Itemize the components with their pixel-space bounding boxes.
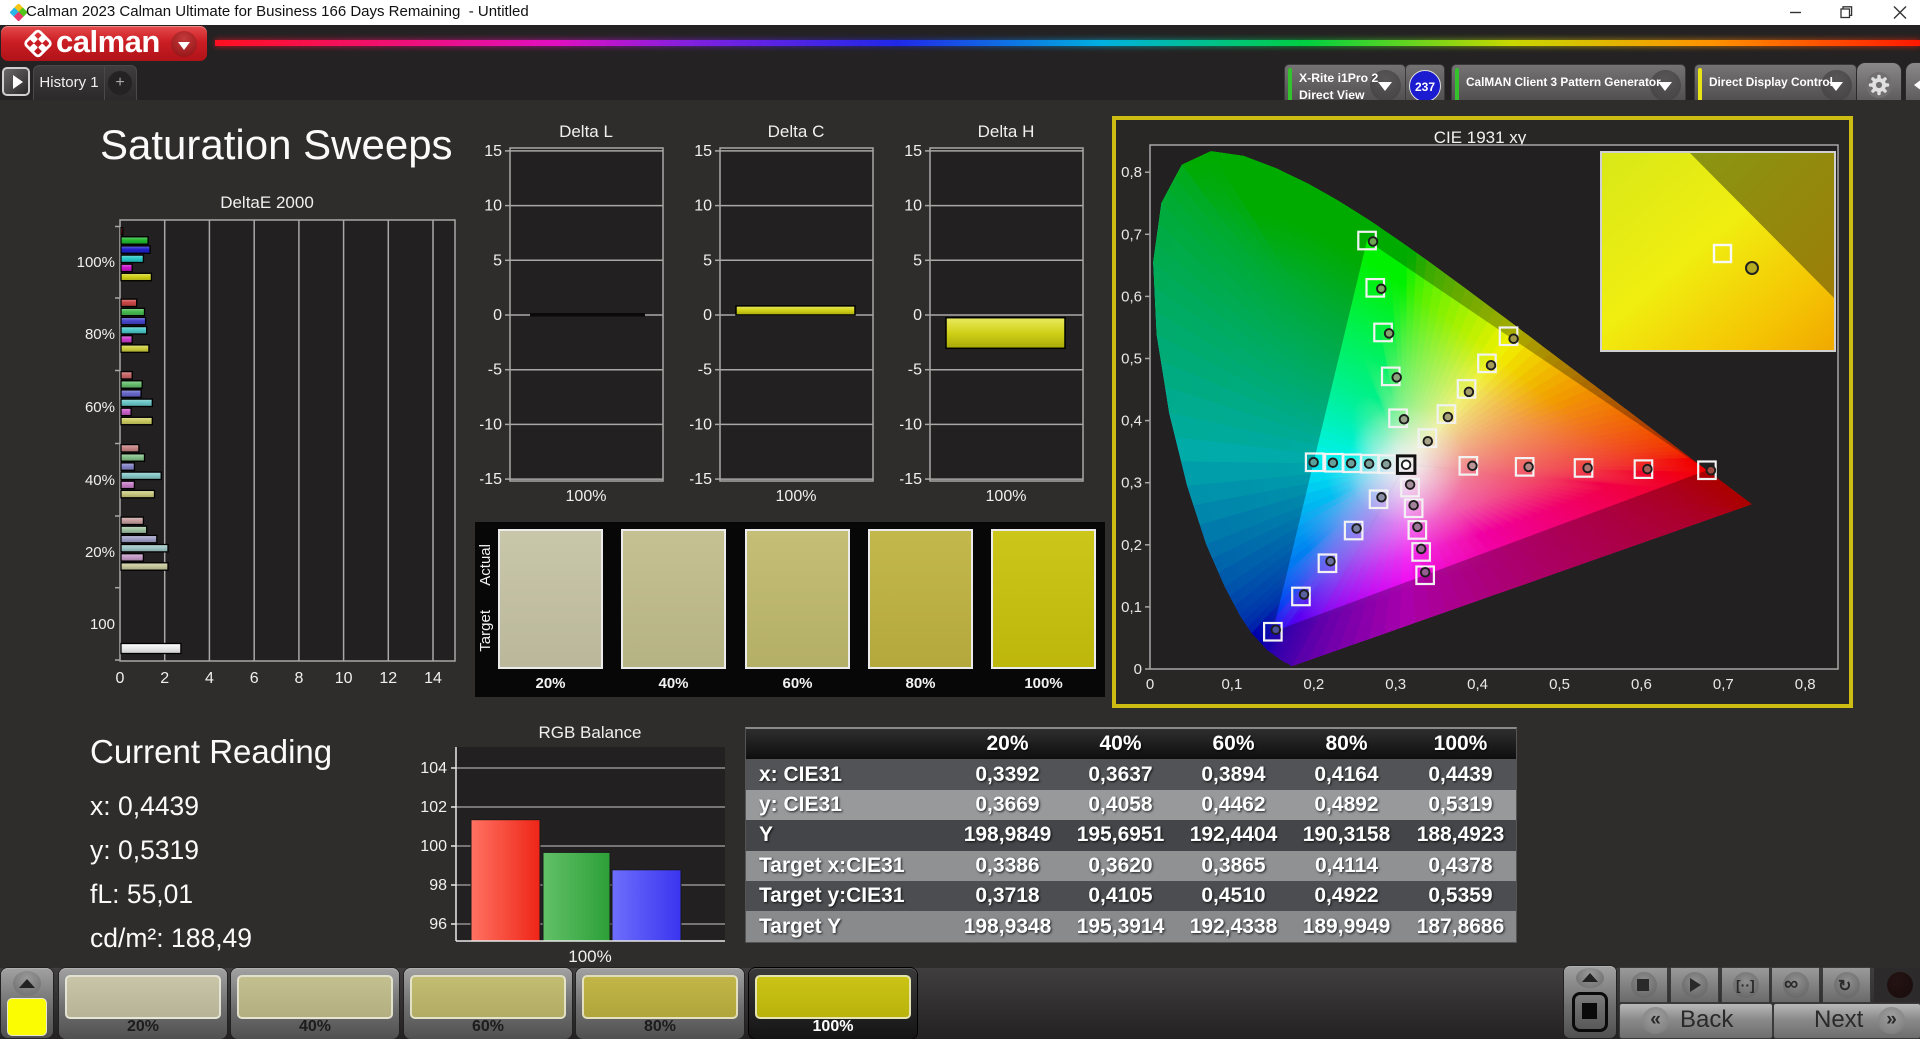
svg-text:0,1: 0,1 <box>1121 599 1142 616</box>
svg-text:40%: 40% <box>85 472 115 489</box>
svg-text:6: 6 <box>250 670 259 687</box>
svg-text:20%: 20% <box>85 544 115 561</box>
svg-text:102: 102 <box>420 799 447 816</box>
svg-text:12: 12 <box>379 670 397 687</box>
svg-text:15: 15 <box>904 143 922 160</box>
svg-text:0,3: 0,3 <box>1121 475 1142 492</box>
svg-text:0: 0 <box>1134 661 1142 678</box>
svg-text:100%: 100% <box>77 254 115 271</box>
svg-text:0: 0 <box>1146 676 1154 693</box>
svg-text:10: 10 <box>694 198 712 215</box>
svg-text:0,5: 0,5 <box>1549 676 1570 693</box>
svg-text:100%: 100% <box>568 947 611 962</box>
svg-text:-10: -10 <box>690 416 712 433</box>
svg-text:0,3: 0,3 <box>1385 676 1406 693</box>
svg-text:-5: -5 <box>698 362 712 379</box>
svg-text:-15: -15 <box>690 471 712 488</box>
svg-text:-15: -15 <box>480 471 502 488</box>
svg-text:5: 5 <box>493 252 502 269</box>
svg-text:60%: 60% <box>85 399 115 416</box>
svg-text:100%: 100% <box>986 488 1027 505</box>
svg-text:98: 98 <box>429 877 447 894</box>
svg-text:2: 2 <box>160 670 169 687</box>
svg-text:0,4: 0,4 <box>1121 413 1142 430</box>
svg-text:100: 100 <box>420 838 447 855</box>
svg-text:4: 4 <box>205 670 214 687</box>
svg-text:5: 5 <box>913 252 922 269</box>
svg-text:0: 0 <box>703 307 712 324</box>
svg-text:14: 14 <box>424 670 442 687</box>
svg-text:0,7: 0,7 <box>1121 226 1142 243</box>
svg-text:100%: 100% <box>776 488 817 505</box>
svg-text:0,2: 0,2 <box>1303 676 1324 693</box>
svg-text:96: 96 <box>429 916 447 933</box>
svg-text:Delta C: Delta C <box>768 122 825 141</box>
svg-text:80%: 80% <box>85 326 115 343</box>
svg-text:0,8: 0,8 <box>1121 164 1142 181</box>
svg-text:-5: -5 <box>488 362 502 379</box>
svg-text:RGB Balance: RGB Balance <box>539 723 642 742</box>
svg-text:10: 10 <box>484 198 502 215</box>
svg-text:0,6: 0,6 <box>1631 676 1652 693</box>
svg-text:100: 100 <box>90 616 115 633</box>
svg-text:10: 10 <box>904 198 922 215</box>
svg-text:-15: -15 <box>900 471 922 488</box>
svg-text:-10: -10 <box>900 416 922 433</box>
svg-text:-10: -10 <box>480 416 502 433</box>
svg-text:0: 0 <box>493 307 502 324</box>
svg-text:8: 8 <box>294 670 303 687</box>
svg-text:5: 5 <box>703 252 712 269</box>
svg-text:0,5: 0,5 <box>1121 351 1142 368</box>
svg-text:0: 0 <box>116 670 125 687</box>
svg-text:0,8: 0,8 <box>1795 676 1816 693</box>
svg-text:DeltaE 2000: DeltaE 2000 <box>220 193 314 212</box>
svg-text:104: 104 <box>420 760 447 777</box>
svg-text:0,1: 0,1 <box>1221 676 1242 693</box>
svg-text:15: 15 <box>694 143 712 160</box>
svg-text:Delta L: Delta L <box>559 122 613 141</box>
svg-text:10: 10 <box>335 670 353 687</box>
svg-text:100%: 100% <box>566 488 607 505</box>
svg-text:Delta H: Delta H <box>978 122 1035 141</box>
svg-text:0,2: 0,2 <box>1121 537 1142 554</box>
svg-text:0: 0 <box>913 307 922 324</box>
svg-text:15: 15 <box>484 143 502 160</box>
svg-text:-5: -5 <box>908 362 922 379</box>
svg-text:0,6: 0,6 <box>1121 288 1142 305</box>
svg-text:0,7: 0,7 <box>1713 676 1734 693</box>
svg-text:0,4: 0,4 <box>1467 676 1488 693</box>
